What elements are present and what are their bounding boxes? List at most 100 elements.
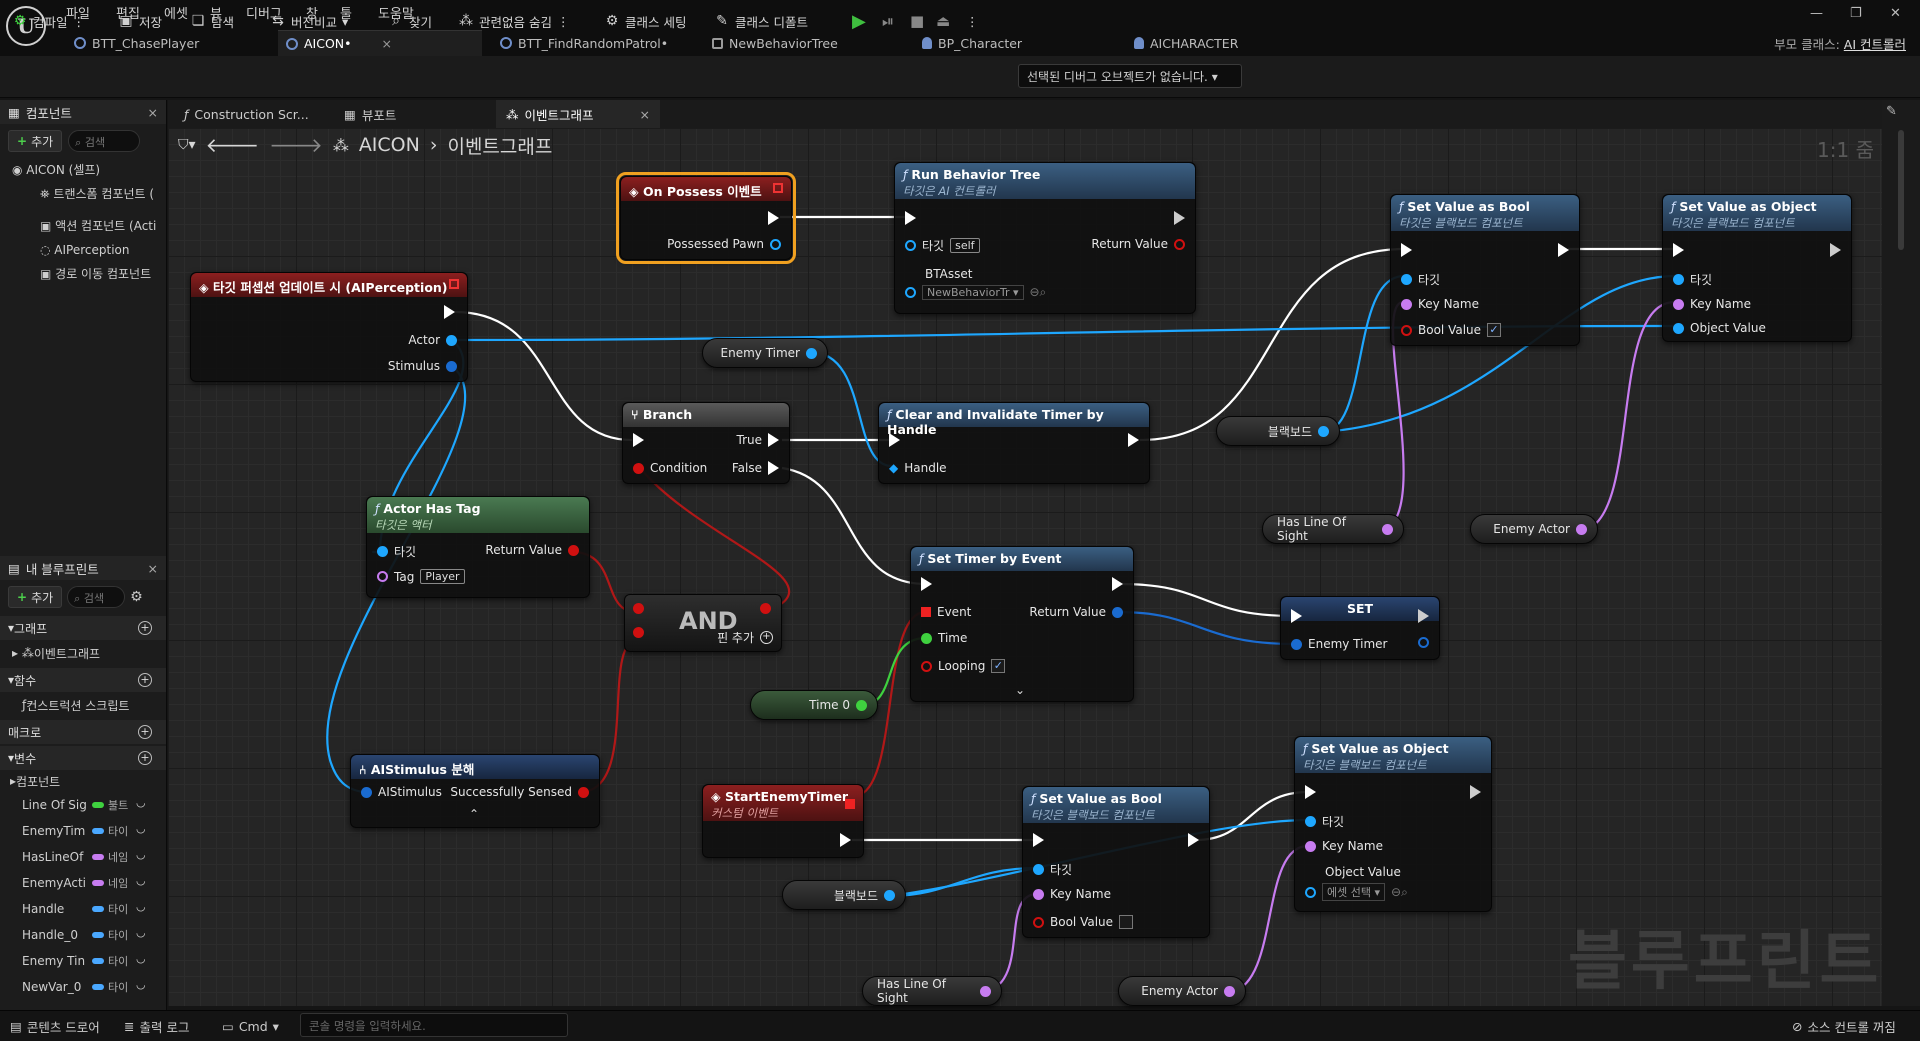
btasset-select[interactable]: NewBehaviorTr ▾ (922, 285, 1024, 300)
node-set-enemy-timer[interactable]: SET Enemy Timer (1280, 596, 1440, 660)
pin-stimulus[interactable]: Stimulus (388, 359, 457, 373)
node-header: ⑃ AIStimulus 분해 (351, 755, 599, 779)
pin-target[interactable]: 타깃 (377, 543, 416, 560)
pin-exec-in[interactable] (889, 433, 900, 447)
pin-exec-in[interactable] (905, 211, 916, 225)
pin-and-out[interactable] (760, 603, 771, 614)
pin-return-value[interactable]: Return Value (485, 543, 579, 557)
pin-btasset[interactable]: NewBehaviorTr ▾ ⊖⌕ (905, 285, 1046, 300)
pin-exec-out[interactable] (1188, 833, 1199, 847)
pin-key-name[interactable]: Key Name (1305, 839, 1383, 853)
pin-enemy-timer-out[interactable] (1418, 637, 1429, 648)
pin-false[interactable]: False (732, 461, 779, 475)
looping-checkbox[interactable]: ✓ (991, 659, 1006, 673)
pin-key-name[interactable]: Key Name (1401, 297, 1479, 311)
node-run-behavior-tree[interactable]: ƒ Run Behavior Tree 타깃은 AI 컨트롤러 타깃 self Ret… (894, 162, 1196, 314)
pin-exec-in[interactable] (1673, 243, 1684, 257)
pin-exec-out[interactable] (768, 211, 779, 225)
var-has-line-of-sight[interactable]: Has Line Of Sight (1262, 514, 1404, 544)
node-start-enemy-timer[interactable]: ◈ StartEnemyTimer 커스텀 이벤트 (702, 784, 864, 858)
pin-exec-out[interactable] (444, 305, 455, 319)
pin-exec-in[interactable] (1033, 833, 1044, 847)
pin-exec-out[interactable] (1558, 243, 1569, 257)
pin-condition[interactable]: Condition (633, 461, 707, 475)
node-set-value-as-object[interactable]: ƒ Set Value as Object 타깃은 블랙보드 컴포넌트 타깃 Key… (1662, 194, 1852, 342)
pin-target[interactable]: 타깃 (1401, 271, 1440, 288)
source-control-button[interactable]: ⊘ 소스 컨트롤 꺼짐 (1792, 1016, 1896, 1036)
content-drawer-button[interactable]: ▤ 콘텐츠 드로어 (10, 1016, 100, 1036)
node-set-value-as-bool-2[interactable]: ƒ Set Value as Bool 타깃은 블랙보드 컴포넌트 타깃 Key N… (1022, 786, 1210, 938)
var-enemy-actor[interactable]: Enemy Actor (1470, 514, 1598, 544)
pin-exec-out[interactable] (1174, 211, 1185, 225)
pin-exec-out[interactable] (1112, 577, 1123, 591)
collapse-chevron-icon[interactable]: ⌃ (469, 807, 479, 821)
node-set-value-as-object-2[interactable]: ƒ Set Value as Object 타깃은 블랙보드 컴포넌트 타깃 Key… (1294, 736, 1492, 912)
pin-handle[interactable]: ◆ Handle (889, 461, 947, 475)
var-has-line-of-sight-2[interactable]: Has Line Of Sight (862, 976, 1002, 1006)
pin-exec-out[interactable] (1830, 243, 1841, 257)
pin-object-value[interactable]: Object Value (1673, 321, 1766, 335)
node-branch[interactable]: ⑂ Branch True Condition False (622, 402, 790, 484)
pin-bool-value[interactable]: Bool Value ✓ (1401, 323, 1502, 337)
node-break-aistimulus[interactable]: ⑃ AIStimulus 분해 AIStimulus Successfully … (350, 754, 600, 828)
node-and[interactable]: AND 핀 추가 + (624, 594, 782, 652)
pin-target[interactable]: 타깃 (1033, 861, 1072, 878)
pin-bool-value[interactable]: Bool Value (1033, 915, 1134, 929)
add-pin-button[interactable]: 핀 추가 + (717, 629, 773, 646)
node-header: ◈ 타깃 퍼셉션 업데이트 시 (AIPerception) (191, 273, 467, 297)
pin-return-value[interactable]: Return Value (1091, 237, 1185, 251)
pin-exec-in[interactable] (1291, 609, 1302, 623)
tag-input[interactable]: Player (420, 569, 465, 584)
asset-browse-icon[interactable]: ⊖⌕ (1030, 285, 1047, 300)
pin-enemy-timer[interactable]: Enemy Timer (1291, 637, 1387, 651)
var-enemy-actor-2[interactable]: Enemy Actor (1118, 976, 1246, 1006)
var-time-0[interactable]: Time 0 (750, 690, 878, 720)
pin-exec-in[interactable] (921, 577, 932, 591)
bool-checkbox[interactable]: ✓ (1487, 323, 1502, 337)
node-on-possess[interactable]: ◈ On Possess 이벤트 Possessed Pawn (616, 172, 796, 264)
pin-exec-in[interactable] (633, 433, 644, 447)
pin-target[interactable]: 타깃 (1305, 813, 1344, 830)
delegate-pin[interactable] (845, 799, 855, 809)
pin-exec-out[interactable] (840, 833, 851, 847)
node-target-perception-updated[interactable]: ◈ 타깃 퍼셉션 업데이트 시 (AIPerception) Actor Sti… (190, 272, 468, 382)
console-command-input[interactable]: 콘솔 명령을 입력하세요. (300, 1013, 568, 1037)
pin-actor[interactable]: Actor (408, 333, 457, 347)
pin-exec-in[interactable] (1305, 785, 1316, 799)
expand-chevron-icon[interactable]: ⌄ (1015, 683, 1025, 697)
pin-aistimulus[interactable]: AIStimulus (361, 785, 442, 799)
pin-true[interactable]: True (737, 433, 779, 447)
delegate-pin[interactable] (449, 279, 459, 289)
bool-checkbox[interactable] (1119, 915, 1134, 929)
pin-key-name[interactable]: Key Name (1673, 297, 1751, 311)
pin-looping[interactable]: Looping ✓ (921, 659, 1006, 673)
pin-event[interactable]: Event (921, 605, 971, 619)
delegate-pin[interactable] (773, 183, 783, 193)
pin-time[interactable]: Time (921, 631, 967, 645)
var-enemy-timer[interactable]: Enemy Timer (702, 338, 828, 368)
pin-successfully-sensed[interactable]: Successfully Sensed (450, 785, 589, 799)
cmd-selector[interactable]: ▭ Cmd ▾ (222, 1016, 279, 1036)
pin-exec-in[interactable] (1401, 243, 1412, 257)
var-blackboard-2[interactable]: 블랙보드 (782, 880, 906, 910)
asset-browse-icon[interactable]: ⊖⌕ (1391, 885, 1408, 900)
pin-target[interactable]: 타깃 (1673, 271, 1712, 288)
pin-exec-out[interactable] (1418, 609, 1429, 623)
node-set-timer-by-event[interactable]: ƒ Set Timer by Event Event Return Value T… (910, 546, 1134, 702)
output-log-button[interactable]: ≣ 출력 로그 (124, 1016, 189, 1036)
node-set-value-as-bool[interactable]: ƒ Set Value as Bool 타깃은 블랙보드 컴포넌트 타깃 Key N… (1390, 194, 1580, 346)
pin-target[interactable]: 타깃 self (905, 237, 980, 254)
pin-exec-out[interactable] (1128, 433, 1139, 447)
pin-a[interactable] (633, 603, 644, 614)
node-actor-has-tag[interactable]: ƒ Actor Has Tag 타깃은 액터 타깃 Return Value Tag… (366, 496, 590, 598)
pin-exec-out[interactable] (1470, 785, 1481, 799)
pin-possessed-pawn[interactable]: Possessed Pawn (667, 237, 781, 251)
asset-select[interactable]: 에셋 선택 ▾ (1322, 883, 1386, 901)
node-clear-invalidate-timer[interactable]: ƒ Clear and Invalidate Timer by Handle ◆ H… (878, 402, 1150, 484)
pin-tag[interactable]: Tag Player (377, 569, 465, 584)
var-blackboard[interactable]: 블랙보드 (1216, 416, 1340, 446)
pin-object-value[interactable]: 에셋 선택 ▾ ⊖⌕ (1305, 883, 1408, 901)
pin-b[interactable] (633, 627, 644, 638)
pin-key-name[interactable]: Key Name (1033, 887, 1111, 901)
pin-return-value[interactable]: Return Value (1029, 605, 1123, 619)
